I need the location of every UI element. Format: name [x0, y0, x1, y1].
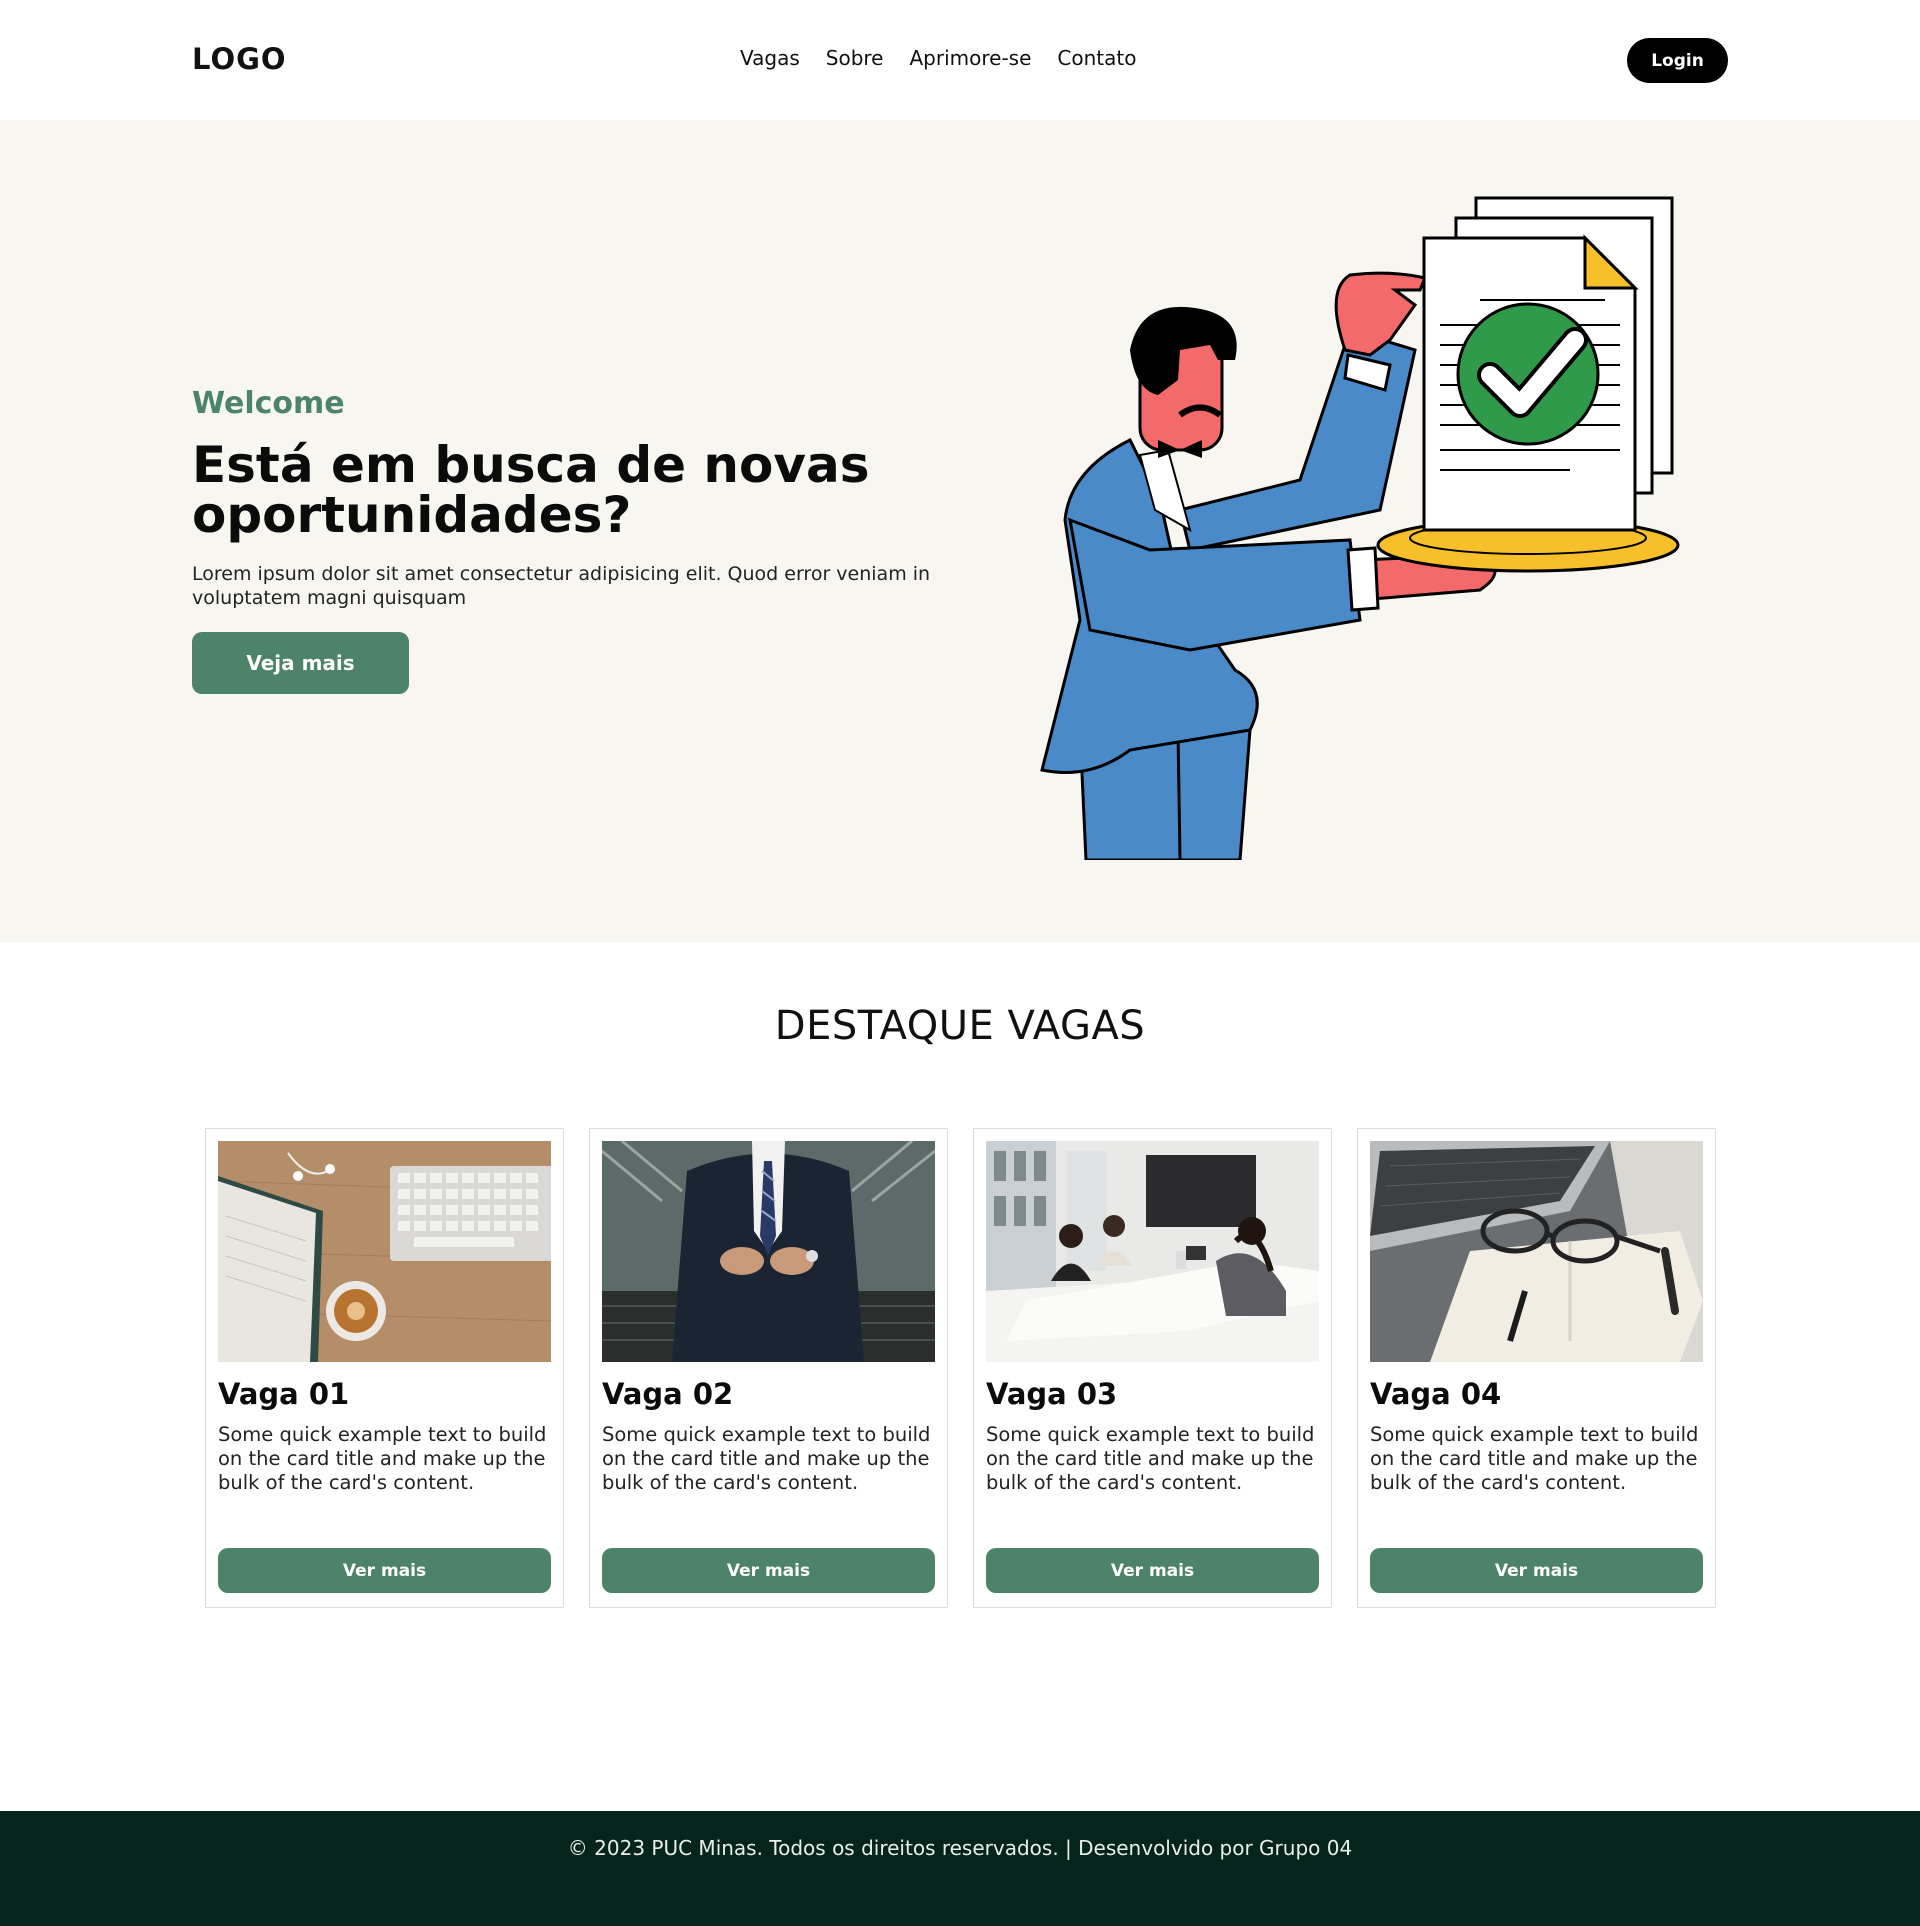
job-card: Vaga 04 Some quick example text to build… — [1357, 1128, 1716, 1608]
ver-mais-button[interactable]: Ver mais — [602, 1548, 935, 1593]
ver-mais-button[interactable]: Ver mais — [1370, 1548, 1703, 1593]
job-card-title: Vaga 03 — [986, 1377, 1118, 1411]
navbar: LOGO Vagas Sobre Aprimore-se Contato Log… — [0, 0, 1920, 120]
job-card-image — [1370, 1141, 1703, 1362]
job-card: Vaga 02 Some quick example text to build… — [589, 1128, 948, 1608]
nav-link-contato[interactable]: Contato — [1057, 46, 1136, 70]
hero-section: Welcome Está em busca de novas oportunid… — [0, 120, 1920, 942]
ver-mais-button[interactable]: Ver mais — [986, 1548, 1319, 1593]
job-card-image — [602, 1141, 935, 1362]
job-card-title: Vaga 01 — [218, 1377, 350, 1411]
job-card-title: Vaga 02 — [602, 1377, 734, 1411]
hero-text: Lorem ipsum dolor sit amet consectetur a… — [192, 563, 931, 609]
login-button[interactable]: Login — [1627, 38, 1728, 83]
hero-cta-button[interactable]: Veja mais — [192, 632, 409, 694]
logo[interactable]: LOGO — [192, 42, 287, 76]
hero-eyebrow: Welcome — [192, 386, 345, 421]
main-nav: Vagas Sobre Aprimore-se Contato — [740, 46, 1136, 70]
job-card-text: Some quick example text to build on the … — [602, 1423, 931, 1494]
hero-illustration — [1040, 196, 1680, 860]
job-card-text: Some quick example text to build on the … — [1370, 1423, 1699, 1494]
job-card-text: Some quick example text to build on the … — [218, 1423, 547, 1494]
job-card-title: Vaga 04 — [1370, 1377, 1502, 1411]
footer-text: © 2023 PUC Minas. Todos os direitos rese… — [567, 1836, 1353, 1860]
ver-mais-button[interactable]: Ver mais — [218, 1548, 551, 1593]
nav-link-vagas[interactable]: Vagas — [740, 46, 800, 70]
job-card: Vaga 01 Some quick example text to build… — [205, 1128, 564, 1608]
job-card: Vaga 03 Some quick example text to build… — [973, 1128, 1332, 1608]
hero-title: Está em busca de novas oportunidades? — [192, 436, 870, 544]
job-card-text: Some quick example text to build on the … — [986, 1423, 1315, 1494]
nav-link-aprimore-se[interactable]: Aprimore-se — [909, 46, 1031, 70]
section-title: DESTAQUE VAGAS — [774, 1003, 1146, 1049]
footer: © 2023 PUC Minas. Todos os direitos rese… — [0, 1811, 1920, 1926]
nav-link-sobre[interactable]: Sobre — [826, 46, 884, 70]
job-card-image — [218, 1141, 551, 1362]
job-card-image — [986, 1141, 1319, 1362]
